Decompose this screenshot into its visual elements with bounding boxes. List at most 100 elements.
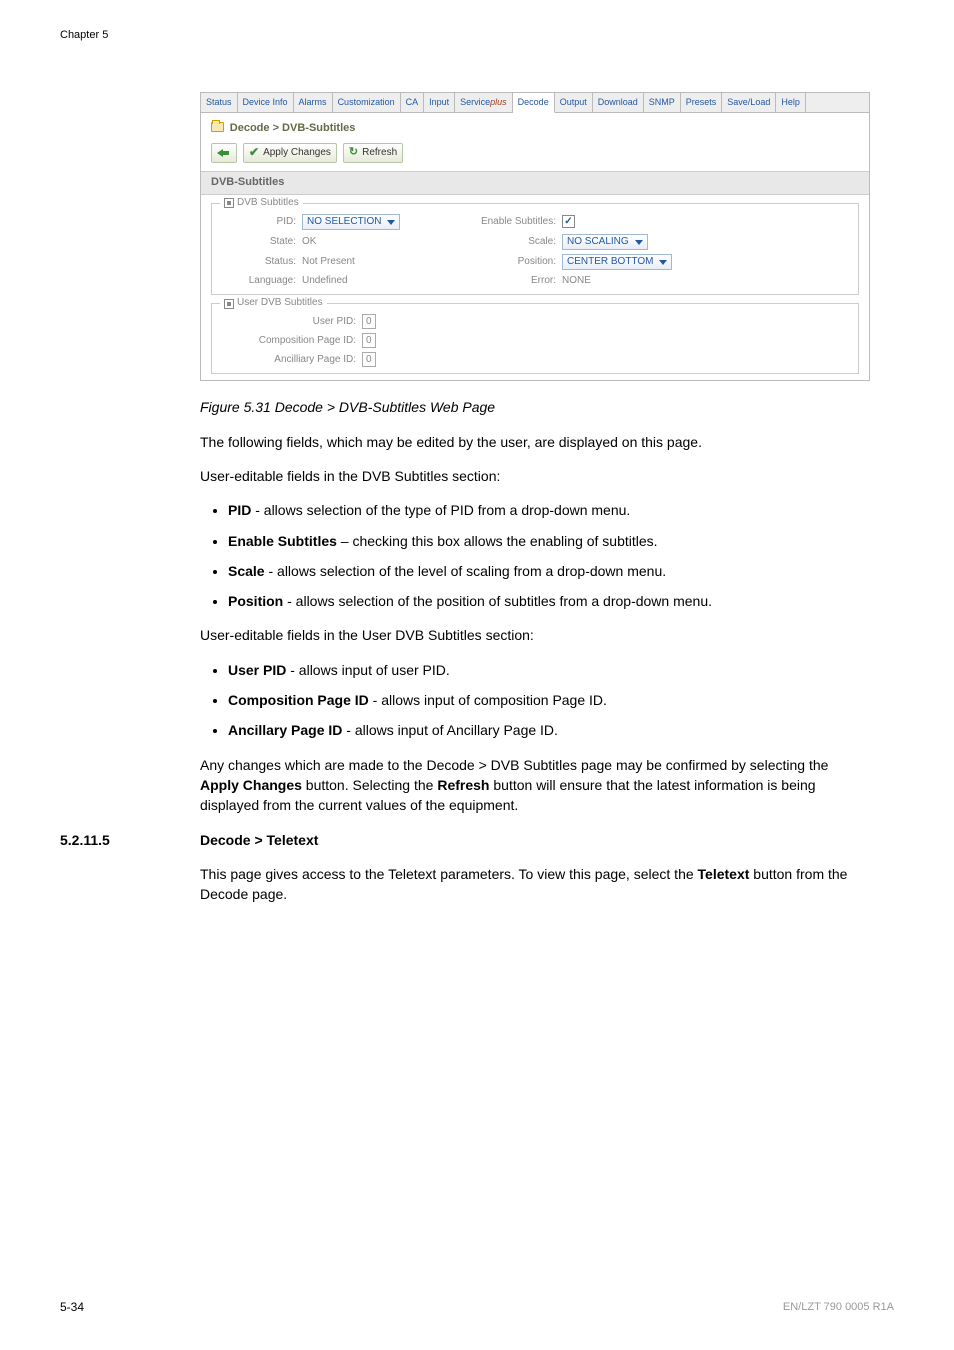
composition-page-id-label: Composition Page ID: bbox=[222, 334, 362, 349]
tab-service-prefix: Service bbox=[460, 97, 490, 107]
composition-page-id-input[interactable]: 0 bbox=[362, 333, 376, 348]
tab-alarms[interactable]: Alarms bbox=[294, 93, 333, 112]
bullet-list-2: User PID - allows input of user PID. Com… bbox=[200, 660, 870, 741]
list-item: User PID - allows input of user PID. bbox=[228, 660, 870, 680]
user-dvb-legend: User DVB Subtitles bbox=[220, 296, 327, 311]
teletext-text-a: This page gives access to the Teletext p… bbox=[200, 866, 698, 882]
list-item: Enable Subtitles – checking this box all… bbox=[228, 531, 870, 551]
user-editable-heading-2: User-editable fields in the User DVB Sub… bbox=[200, 625, 870, 645]
apply-changes-label: Apply Changes bbox=[263, 146, 331, 161]
tab-service-plus[interactable]: Serviceplus bbox=[455, 93, 513, 112]
tab-decode[interactable]: Decode bbox=[513, 93, 555, 113]
dvb-subtitles-fieldset: DVB Subtitles PID: NO SELECTION Enable S… bbox=[211, 203, 859, 296]
bullet-bold: Ancillary Page ID bbox=[228, 722, 342, 738]
tab-output[interactable]: Output bbox=[555, 93, 593, 112]
section-title: Decode > Teletext bbox=[200, 832, 318, 848]
section-number: 5.2.11.5 bbox=[60, 830, 110, 850]
tab-input[interactable]: Input bbox=[424, 93, 455, 112]
legend-icon bbox=[224, 198, 234, 208]
list-item: Position - allows selection of the posit… bbox=[228, 591, 870, 611]
language-label: Language: bbox=[222, 274, 302, 289]
tab-save-load[interactable]: Save/Load bbox=[722, 93, 776, 112]
bullet-bold: Scale bbox=[228, 563, 265, 579]
changes-text-c: button. Selecting the bbox=[302, 777, 437, 793]
changes-bold-2: Refresh bbox=[437, 777, 489, 793]
bullet-bold: PID bbox=[228, 502, 251, 518]
user-dvb-subtitles-fieldset: User DVB Subtitles User PID: 0 Compositi… bbox=[211, 303, 859, 374]
teletext-bold: Teletext bbox=[698, 866, 750, 882]
status-value: Not Present bbox=[302, 255, 452, 270]
tab-bar: Status Device Info Alarms Customization … bbox=[201, 93, 869, 113]
changes-text-a: Any changes which are made to the Decode… bbox=[200, 757, 828, 773]
page-content: Status Device Info Alarms Customization … bbox=[200, 92, 870, 918]
bullet-text: - allows selection of the type of PID fr… bbox=[251, 502, 630, 518]
scale-label: Scale: bbox=[452, 235, 562, 250]
chapter-label: Chapter 5 bbox=[60, 28, 108, 44]
figure-caption: Figure 5.31 Decode > DVB-Subtitles Web P… bbox=[200, 397, 870, 417]
status-label: Status: bbox=[222, 255, 302, 270]
tab-status[interactable]: Status bbox=[201, 93, 238, 112]
pid-dropdown[interactable]: NO SELECTION bbox=[302, 214, 400, 230]
bullet-bold: Position bbox=[228, 593, 283, 609]
user-pid-label: User PID: bbox=[222, 315, 362, 330]
section-heading-row: 5.2.11.5 Decode > Teletext bbox=[200, 830, 870, 850]
position-dropdown[interactable]: CENTER BOTTOM bbox=[562, 254, 672, 270]
position-label: Position: bbox=[452, 255, 562, 270]
changes-paragraph: Any changes which are made to the Decode… bbox=[200, 755, 870, 816]
screenshot-panel: Status Device Info Alarms Customization … bbox=[200, 92, 870, 381]
tab-snmp[interactable]: SNMP bbox=[644, 93, 681, 112]
pid-label: PID: bbox=[222, 215, 302, 230]
tab-customization[interactable]: Customization bbox=[333, 93, 401, 112]
user-dvb-grid: User PID: 0 Composition Page ID: 0 Ancil… bbox=[222, 314, 848, 367]
dvb-subtitles-legend-text: DVB Subtitles bbox=[237, 196, 299, 211]
tab-presets[interactable]: Presets bbox=[681, 93, 723, 112]
refresh-button[interactable]: ↻Refresh bbox=[343, 143, 403, 163]
breadcrumb: Decode > DVB-Subtitles bbox=[230, 122, 356, 134]
ancillary-page-id-input[interactable]: 0 bbox=[362, 352, 376, 367]
bullet-text: - allows selection of the position of su… bbox=[283, 593, 712, 609]
tab-help[interactable]: Help bbox=[776, 93, 806, 112]
folder-icon bbox=[211, 122, 224, 132]
toolbar: ✔Apply Changes ↻Refresh bbox=[201, 143, 869, 171]
bullet-text: - allows selection of the level of scali… bbox=[265, 563, 667, 579]
tab-ca[interactable]: CA bbox=[401, 93, 425, 112]
dvb-form-grid: PID: NO SELECTION Enable Subtitles: ✓ St… bbox=[222, 214, 848, 289]
enable-subtitles-checkbox[interactable]: ✓ bbox=[562, 215, 575, 228]
user-editable-heading-1: User-editable fields in the DVB Subtitle… bbox=[200, 466, 870, 486]
ancillary-page-id-label: Ancilliary Page ID: bbox=[222, 353, 362, 368]
tab-download[interactable]: Download bbox=[593, 93, 644, 112]
intro-paragraph: The following fields, which may be edite… bbox=[200, 432, 870, 452]
list-item: Scale - allows selection of the level of… bbox=[228, 561, 870, 581]
tab-device-info[interactable]: Device Info bbox=[238, 93, 294, 112]
error-value: NONE bbox=[562, 274, 712, 289]
bullet-bold: Enable Subtitles bbox=[228, 533, 337, 549]
list-item: PID - allows selection of the type of PI… bbox=[228, 500, 870, 520]
state-value: OK bbox=[302, 235, 452, 250]
bullet-list-1: PID - allows selection of the type of PI… bbox=[200, 500, 870, 611]
scale-dropdown[interactable]: NO SCALING bbox=[562, 234, 648, 250]
list-item: Composition Page ID - allows input of co… bbox=[228, 690, 870, 710]
user-pid-input[interactable]: 0 bbox=[362, 314, 376, 329]
section-header: DVB-Subtitles bbox=[201, 171, 869, 195]
state-label: State: bbox=[222, 235, 302, 250]
dvb-subtitles-legend: DVB Subtitles bbox=[220, 196, 303, 211]
breadcrumb-row: Decode > DVB-Subtitles bbox=[201, 113, 869, 143]
bullet-bold: Composition Page ID bbox=[228, 692, 369, 708]
enable-subtitles-label: Enable Subtitles: bbox=[452, 215, 562, 230]
bullet-text: - allows input of Ancillary Page ID. bbox=[342, 722, 558, 738]
teletext-paragraph: This page gives access to the Teletext p… bbox=[200, 864, 870, 905]
changes-bold-1: Apply Changes bbox=[200, 777, 302, 793]
bullet-text: - allows input of composition Page ID. bbox=[369, 692, 607, 708]
back-icon bbox=[217, 147, 231, 159]
tab-service-suffix: plus bbox=[490, 97, 507, 107]
bullet-text: – checking this box allows the enabling … bbox=[337, 533, 658, 549]
back-button[interactable] bbox=[211, 143, 237, 163]
bullet-text: - allows input of user PID. bbox=[286, 662, 449, 678]
refresh-label: Refresh bbox=[362, 146, 397, 161]
apply-changes-button[interactable]: ✔Apply Changes bbox=[243, 143, 337, 163]
bullet-bold: User PID bbox=[228, 662, 286, 678]
list-item: Ancillary Page ID - allows input of Anci… bbox=[228, 720, 870, 740]
error-label: Error: bbox=[452, 274, 562, 289]
legend-icon bbox=[224, 299, 234, 309]
user-dvb-legend-text: User DVB Subtitles bbox=[237, 296, 323, 311]
